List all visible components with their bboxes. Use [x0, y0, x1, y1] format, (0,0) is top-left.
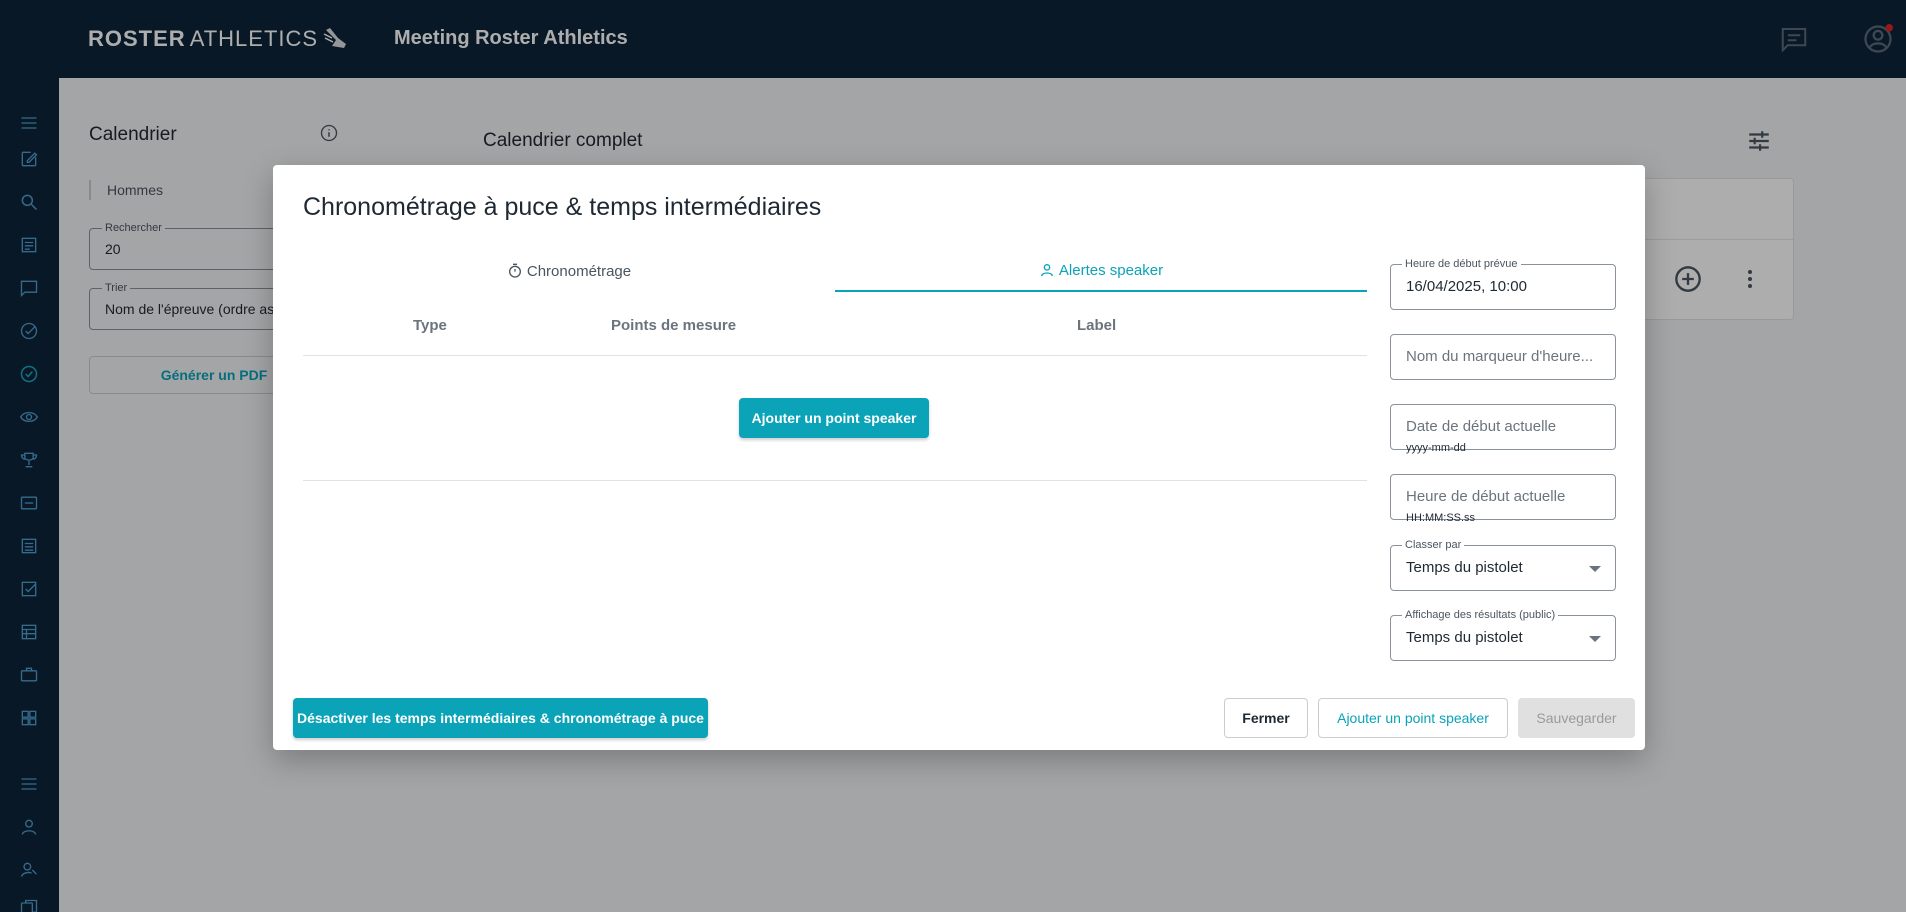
chevron-down-icon: [1589, 636, 1601, 642]
save-button[interactable]: Sauvegarder: [1518, 698, 1635, 738]
results-display-value: Temps du pistolet: [1406, 629, 1523, 646]
actual-start-date-placeholder: Date de début actuelle: [1406, 418, 1557, 435]
stopwatch-icon: [508, 263, 521, 278]
tab-alertes-speaker[interactable]: Alertes speaker: [835, 250, 1367, 292]
disable-chip-timing-button[interactable]: Désactiver les temps intermédiaires & ch…: [293, 698, 708, 738]
results-display-label: Affichage des résultats (public): [1402, 609, 1559, 621]
dialog-title: Chronométrage à puce & temps intermédiai…: [303, 193, 822, 221]
planned-start-label: Heure de début prévue: [1402, 258, 1521, 270]
planned-start-value: 16/04/2025, 10:00: [1406, 278, 1527, 295]
table-header-divider: [303, 355, 1367, 356]
actual-start-date-helper: yyyy-mm-dd: [1406, 442, 1466, 454]
marker-name-placeholder: Nom du marqueur d'heure...: [1406, 348, 1594, 365]
actual-start-time-placeholder: Heure de début actuelle: [1406, 488, 1566, 505]
tab-alertes-speaker-label: Alertes speaker: [1058, 261, 1164, 279]
column-header-label[interactable]: Label: [1077, 317, 1116, 334]
planned-start-field[interactable]: Heure de début prévue 16/04/2025, 10:00: [1390, 258, 1616, 310]
rank-by-value: Temps du pistolet: [1406, 559, 1523, 576]
column-header-type[interactable]: Type: [413, 317, 447, 334]
add-speaker-point-footer-button[interactable]: Ajouter un point speaker: [1318, 698, 1508, 738]
chip-timing-dialog: Chronométrage à puce & temps intermédiai…: [273, 165, 1645, 750]
chevron-down-icon: [1589, 566, 1601, 572]
tab-chronometrage[interactable]: Chronométrage: [303, 250, 835, 292]
close-button[interactable]: Fermer: [1224, 698, 1308, 738]
person-icon: [1040, 264, 1053, 277]
tab-chronometrage-label: Chronométrage: [526, 262, 632, 280]
table-bottom-divider: [303, 480, 1367, 481]
actual-start-time-helper: HH:MM:SS.ss: [1406, 512, 1476, 524]
rank-by-select[interactable]: Classer par Temps du pistolet: [1390, 539, 1616, 591]
results-display-select[interactable]: Affichage des résultats (public) Temps d…: [1390, 609, 1616, 661]
marker-name-input[interactable]: Nom du marqueur d'heure...: [1390, 334, 1616, 380]
add-speaker-point-button[interactable]: Ajouter un point speaker: [739, 398, 929, 438]
column-header-points[interactable]: Points de mesure: [611, 317, 736, 334]
rank-by-label: Classer par: [1402, 539, 1465, 551]
